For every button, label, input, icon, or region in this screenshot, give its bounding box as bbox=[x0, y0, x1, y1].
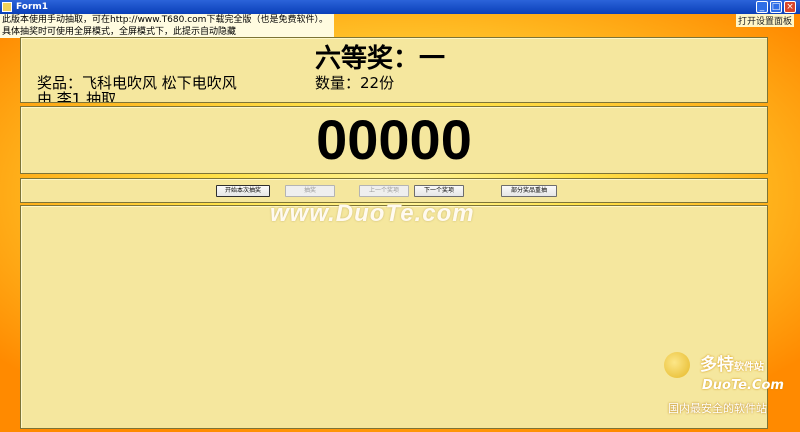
open-settings-link[interactable]: 打开设置面板 bbox=[735, 14, 794, 27]
previous-prize-button[interactable]: 上一个奖项 bbox=[359, 185, 409, 197]
prize-quantity: 数量：22份 bbox=[315, 74, 395, 92]
close-button[interactable]: × bbox=[784, 1, 796, 13]
logo-chinese: 多特软件站 bbox=[700, 350, 764, 375]
minimize-button[interactable]: _ bbox=[756, 1, 768, 13]
draw-button[interactable]: 抽奖 bbox=[285, 185, 335, 197]
prize-info-panel: 六等奖：一 奖品：飞科电吹风 松下电吹风 数量：22份 由 李1 抽取 bbox=[20, 37, 768, 103]
logo-english: DuoTe.Com bbox=[702, 378, 784, 393]
notice-line-1: 此版本使用手动抽取，可在http://www.T680.com下载完全版（也是免… bbox=[2, 15, 328, 25]
logo-tagline: 国内最安全的软件站 bbox=[668, 402, 767, 415]
number-display-panel: 00000 bbox=[20, 106, 768, 174]
drawer-name: 由 李1 抽取 bbox=[37, 90, 117, 102]
logo-cn-main: 多特 bbox=[700, 355, 734, 375]
prize-title: 六等奖：一 bbox=[315, 44, 446, 74]
next-prize-button[interactable]: 下一个奖项 bbox=[414, 185, 464, 197]
duote-logo: 多特软件站 DuoTe.Com 国内最安全的软件站 bbox=[662, 348, 798, 428]
lottery-number: 00000 bbox=[316, 108, 472, 171]
watermark: www.DuoTe.com bbox=[270, 200, 475, 227]
partial-redraw-button[interactable]: 部分奖品重抽 bbox=[501, 185, 557, 197]
window-title: Form1 bbox=[16, 2, 49, 12]
logo-cn-small: 软件站 bbox=[734, 362, 764, 373]
results-panel bbox=[20, 205, 768, 429]
logo-mark-icon bbox=[664, 352, 690, 378]
version-notice: 此版本使用手动抽取，可在http://www.T680.com下载完全版（也是免… bbox=[0, 14, 334, 38]
title-bar: Form1 _ □ × bbox=[0, 0, 800, 14]
app-icon bbox=[2, 2, 12, 12]
start-draw-button[interactable]: 开始本次抽奖 bbox=[216, 185, 270, 197]
maximize-button[interactable]: □ bbox=[770, 1, 782, 13]
